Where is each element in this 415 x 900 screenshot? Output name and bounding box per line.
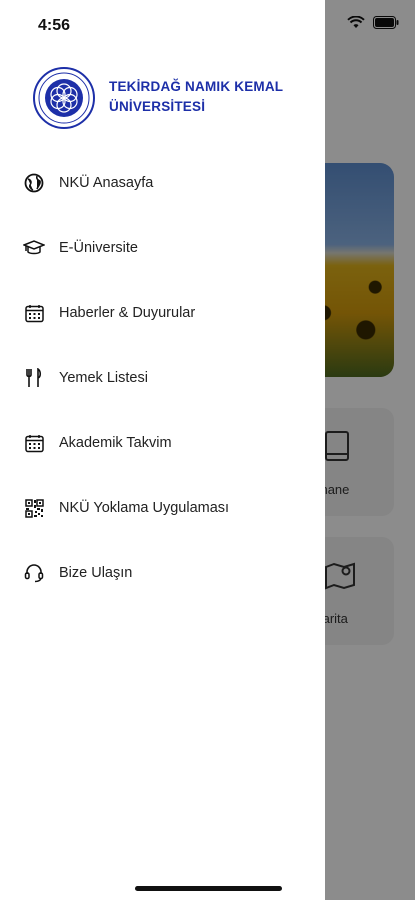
menu-label: Yemek Listesi — [59, 370, 148, 386]
calendar-icon — [23, 302, 45, 324]
university-name: TEKİRDAĞ NAMIK KEMAL ÜNİVERSİTESİ — [109, 77, 309, 117]
menu-label: NKÜ Anasayfa — [59, 175, 154, 191]
university-logo — [33, 67, 95, 129]
home-indicator[interactable] — [135, 886, 282, 891]
menu-item-akademik-takvim[interactable]: Akademik Takvim — [0, 421, 325, 465]
menu-item-bize-ulasin[interactable]: Bize Ulaşın — [0, 551, 325, 595]
menu-item-haberler-duyurular[interactable]: Haberler & Duyurular — [0, 291, 325, 335]
fork-knife-icon — [23, 367, 45, 389]
university-name-line2: ÜNİVERSİTESİ — [109, 99, 206, 114]
navigation-drawer: 4:56 TEKİRDAĞ NAMIK KEMAL ÜNİVERSİTESİ N… — [0, 0, 325, 900]
menu-label: Akademik Takvim — [59, 435, 172, 451]
headset-icon — [23, 562, 45, 584]
globe-icon — [23, 172, 45, 194]
qr-code-icon — [23, 497, 45, 519]
menu-label: Haberler & Duyurular — [59, 305, 196, 321]
status-time: 4:56 — [38, 17, 71, 34]
graduation-cap-icon — [23, 237, 45, 259]
menu-item-e-universite[interactable]: E-Üniversite — [0, 226, 325, 270]
calendar-icon — [23, 432, 45, 454]
menu-label: Bize Ulaşın — [59, 565, 133, 581]
university-name-line1: TEKİRDAĞ NAMIK KEMAL — [109, 79, 284, 94]
menu-item-yemek-listesi[interactable]: Yemek Listesi — [0, 356, 325, 400]
menu-item-nku-anasayfa[interactable]: NKÜ Anasayfa — [0, 161, 325, 205]
menu-item-nku-yoklama[interactable]: NKÜ Yoklama Uygulaması — [0, 486, 325, 530]
menu-label: E-Üniversite — [59, 240, 138, 256]
menu-label: NKÜ Yoklama Uygulaması — [59, 500, 230, 516]
